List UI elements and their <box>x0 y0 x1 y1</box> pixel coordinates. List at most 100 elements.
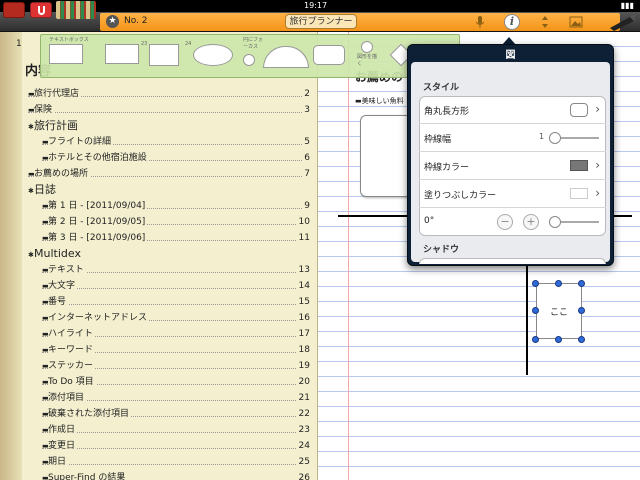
index-entry-label: 添付項目 <box>48 393 87 403</box>
index-entry-label: 変更日 <box>48 441 78 451</box>
index-entry-page: 20 <box>296 375 310 389</box>
index-entry[interactable]: ▬テキスト 13 <box>42 263 310 277</box>
record-button[interactable] <box>30 2 52 18</box>
resize-handle[interactable] <box>555 336 562 343</box>
palette-label: 図形を描く <box>357 54 378 67</box>
tool-strip[interactable] <box>56 1 96 19</box>
image-icon[interactable] <box>568 14 584 30</box>
fill-color-row[interactable]: 塗りつぶしカラー › <box>419 180 606 208</box>
index-entry[interactable]: ▬第 3 日 - [2011/09/06] 11 <box>42 231 310 245</box>
info-icon[interactable]: i <box>504 14 520 30</box>
index-entry-label: 日誌 <box>34 183 58 196</box>
magnet-icon <box>38 6 45 15</box>
vertical-line-shape[interactable] <box>526 255 528 375</box>
style-section-header: スタイル <box>423 83 460 93</box>
index-entry-label: Super-Find の結果 <box>48 473 128 480</box>
resize-handle[interactable] <box>532 336 539 343</box>
circle-shape-button[interactable] <box>361 41 373 53</box>
chevron-right-icon: › <box>595 186 600 200</box>
note-title-button[interactable]: 旅行プランナー <box>285 14 357 29</box>
index-entry[interactable]: ▬番号 15 <box>42 295 310 309</box>
slider-knob[interactable] <box>549 216 561 228</box>
line-color-row[interactable]: 枠線カラー › <box>419 152 606 180</box>
rounded-rect-shape[interactable] <box>360 115 412 197</box>
index-entry[interactable]: ▬保険 3 <box>28 103 310 117</box>
rotation-value: 0° <box>424 216 435 226</box>
resize-handle[interactable] <box>555 280 562 287</box>
status-bar: iPad 19:17 ▮▮▮ <box>0 0 640 12</box>
index-entry-label: ステッカー <box>48 361 96 371</box>
index-entry[interactable]: ▬ステッカー 19 <box>42 359 310 373</box>
index-entry-label: 旅行計画 <box>34 119 80 132</box>
index-entry-label: キーワード <box>48 345 96 355</box>
shape-type-row[interactable]: 角丸長方形 › <box>419 96 606 124</box>
notebook-text-line: ▬美味しい魚料 <box>355 97 404 105</box>
index-list: ▬旅行代理店 2 ▬保険 3 ✱旅行計画 ▬フライトの詳細 5 ▬ホテルとその他宿泊施設 6 ▬お… <box>0 32 318 480</box>
leader-dots <box>42 304 310 305</box>
index-entry-page: 9 <box>302 199 310 213</box>
index-entry[interactable]: ▬変更日 24 <box>42 439 310 453</box>
index-entry-page: 6 <box>302 151 310 165</box>
index-entry-page: 11 <box>296 231 310 245</box>
index-entry[interactable]: ▬期日 25 <box>42 455 310 469</box>
microphone-icon[interactable] <box>472 14 488 30</box>
index-entry[interactable]: ▬お薦めの場所 7 <box>28 167 310 181</box>
index-entry[interactable]: ▬インターネットアドレス 16 <box>42 311 310 325</box>
line-width-value: 1 <box>539 132 545 141</box>
index-entry[interactable]: ▬破棄された添付項目 22 <box>42 407 310 421</box>
index-entry[interactable]: ▬旅行代理店 2 <box>28 87 310 101</box>
expand-icon[interactable] <box>537 14 553 30</box>
resize-handle[interactable] <box>578 280 585 287</box>
index-entry-page: 18 <box>296 343 310 357</box>
index-entry[interactable]: ▬To Do 項目 20 <box>42 375 310 389</box>
shape-type-label: 角丸長方形 <box>424 107 470 117</box>
rotate-minus-button[interactable]: − <box>497 214 513 230</box>
battery-icon: ▮▮▮ <box>620 1 634 10</box>
note-number: No. 2 <box>124 16 148 26</box>
notebooks-icon[interactable] <box>3 2 25 18</box>
index-entry[interactable]: ▬ホテルとその他宿泊施設 6 <box>42 151 310 165</box>
rounded-rect-icon <box>570 103 588 117</box>
index-entry[interactable]: ▬Super-Find の結果 26 <box>42 471 310 480</box>
index-entry-label: お薦めの場所 <box>34 169 91 179</box>
index-entry-page: 25 <box>296 455 310 469</box>
index-entry[interactable]: ▬大文字 14 <box>42 279 310 293</box>
index-entry-label: 保険 <box>34 105 55 115</box>
index-entry-page: 7 <box>302 167 310 181</box>
line-color-label: 枠線カラー <box>424 163 470 173</box>
resize-handle[interactable] <box>578 307 585 314</box>
index-heading[interactable]: ✱Multidex <box>28 247 310 261</box>
index-entry[interactable]: ▬第 1 日 - [2011/09/04] 9 <box>42 199 310 213</box>
index-entry[interactable]: ▬ハイライト 17 <box>42 327 310 341</box>
resize-handle[interactable] <box>532 280 539 287</box>
index-entry-page: 15 <box>296 295 310 309</box>
index-entry-label: フライトの詳細 <box>48 137 114 147</box>
index-entry[interactable]: ▬キーワード 18 <box>42 343 310 357</box>
resize-handle[interactable] <box>578 336 585 343</box>
index-entry-page: 10 <box>296 215 310 229</box>
index-entry-label: 旅行代理店 <box>34 89 82 99</box>
index-heading[interactable]: ✱旅行計画 <box>28 119 310 133</box>
index-entry-page: 5 <box>302 135 310 149</box>
index-entry[interactable]: ▬第 2 日 - [2011/09/05] 10 <box>42 215 310 229</box>
rotate-plus-button[interactable]: + <box>523 214 539 230</box>
index-entry-page: 22 <box>296 407 310 421</box>
chevron-right-icon: › <box>595 158 600 172</box>
pen-icon[interactable] <box>606 13 638 31</box>
index-heading[interactable]: ✱日誌 <box>28 183 310 197</box>
index-entry[interactable]: ▬添付項目 21 <box>42 391 310 405</box>
leader-dots <box>42 464 310 465</box>
fill-color-label: 塗りつぶしカラー <box>424 191 497 201</box>
resize-handle[interactable] <box>532 307 539 314</box>
index-entry-label: ハイライト <box>48 329 95 339</box>
index-entry-page: 21 <box>296 391 310 405</box>
index-entry-label: Multidex <box>34 247 83 260</box>
slider-knob[interactable] <box>549 132 561 144</box>
index-entry[interactable]: ▬作成日 23 <box>42 423 310 437</box>
leader-dots <box>42 448 310 449</box>
index-entry-label: 破棄された添付項目 <box>48 409 132 419</box>
index-entry-label: ホテルとその他宿泊施設 <box>48 153 149 163</box>
index-entry[interactable]: ▬フライトの詳細 5 <box>42 135 310 149</box>
clock: 19:17 <box>304 1 328 10</box>
star-icon[interactable]: ★ <box>106 15 119 28</box>
